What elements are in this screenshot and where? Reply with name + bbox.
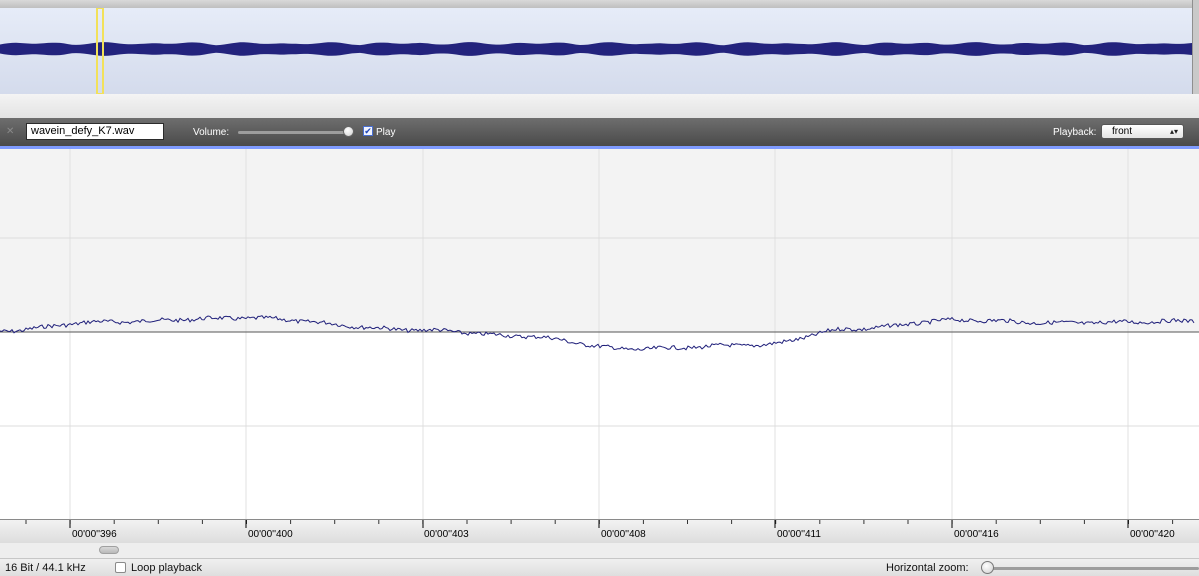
loop-playback-checkbox[interactable]: [115, 562, 126, 573]
time-ruler-ticks: [25, 520, 1174, 528]
loop-playback-label: Loop playback: [131, 562, 202, 574]
tick-label-4: 00'00''411: [777, 529, 821, 540]
tick-label-2: 00'00''403: [424, 529, 469, 540]
tick-label-6: 00'00''420: [1130, 529, 1175, 540]
waveform-view[interactable]: [0, 149, 1199, 519]
checkmark-icon: ✔: [364, 126, 372, 136]
play-checkbox[interactable]: ✔: [363, 126, 373, 136]
splitter-bar[interactable]: [0, 94, 1199, 119]
tick-label-0: 00'00''396: [72, 529, 117, 540]
volume-slider-track[interactable]: [238, 131, 350, 134]
overview-panel[interactable]: [0, 8, 1192, 95]
volume-slider-knob[interactable]: [343, 126, 354, 137]
playback-select[interactable]: front ▴▾: [1101, 124, 1184, 139]
volume-label: Volume:: [193, 127, 230, 138]
waveform-canvas: [0, 149, 1199, 519]
tick-label-1: 00'00''400: [248, 529, 293, 540]
audio-format-label: 16 Bit / 44.1 kHz: [5, 562, 86, 574]
horizontal-scrollbar[interactable]: [0, 543, 1199, 559]
overview-waveform: [0, 8, 1192, 94]
play-label: Play: [376, 127, 396, 138]
zoom-slider-track[interactable]: [983, 567, 1199, 570]
overview-top-bar: [0, 0, 1199, 8]
track-toolbar: ✕ wavein_defy_K7.wav Volume: ✔ Play Play…: [0, 118, 1199, 146]
overview-waveform-band: [0, 42, 1192, 56]
waveform-signal: [0, 315, 1195, 351]
playback-select-value: front: [1112, 126, 1133, 137]
updown-arrows-icon: ▴▾: [1169, 127, 1178, 136]
filename-field[interactable]: wavein_defy_K7.wav: [26, 123, 164, 140]
time-ruler[interactable]: 00'00''396 00'00''400 00'00''403 00'00''…: [0, 519, 1199, 544]
overview-side-handle[interactable]: [1192, 0, 1199, 94]
close-icon[interactable]: ✕: [6, 127, 15, 137]
scrollbar-thumb[interactable]: [99, 546, 119, 554]
zoom-slider-knob[interactable]: [981, 561, 994, 574]
tick-label-3: 00'00''408: [601, 529, 646, 540]
status-bar: 16 Bit / 44.1 kHz Loop playback Horizont…: [0, 559, 1199, 576]
playback-label: Playback:: [1053, 127, 1097, 138]
tick-label-5: 00'00''416: [954, 529, 999, 540]
horizontal-zoom-label: Horizontal zoom:: [886, 562, 969, 574]
